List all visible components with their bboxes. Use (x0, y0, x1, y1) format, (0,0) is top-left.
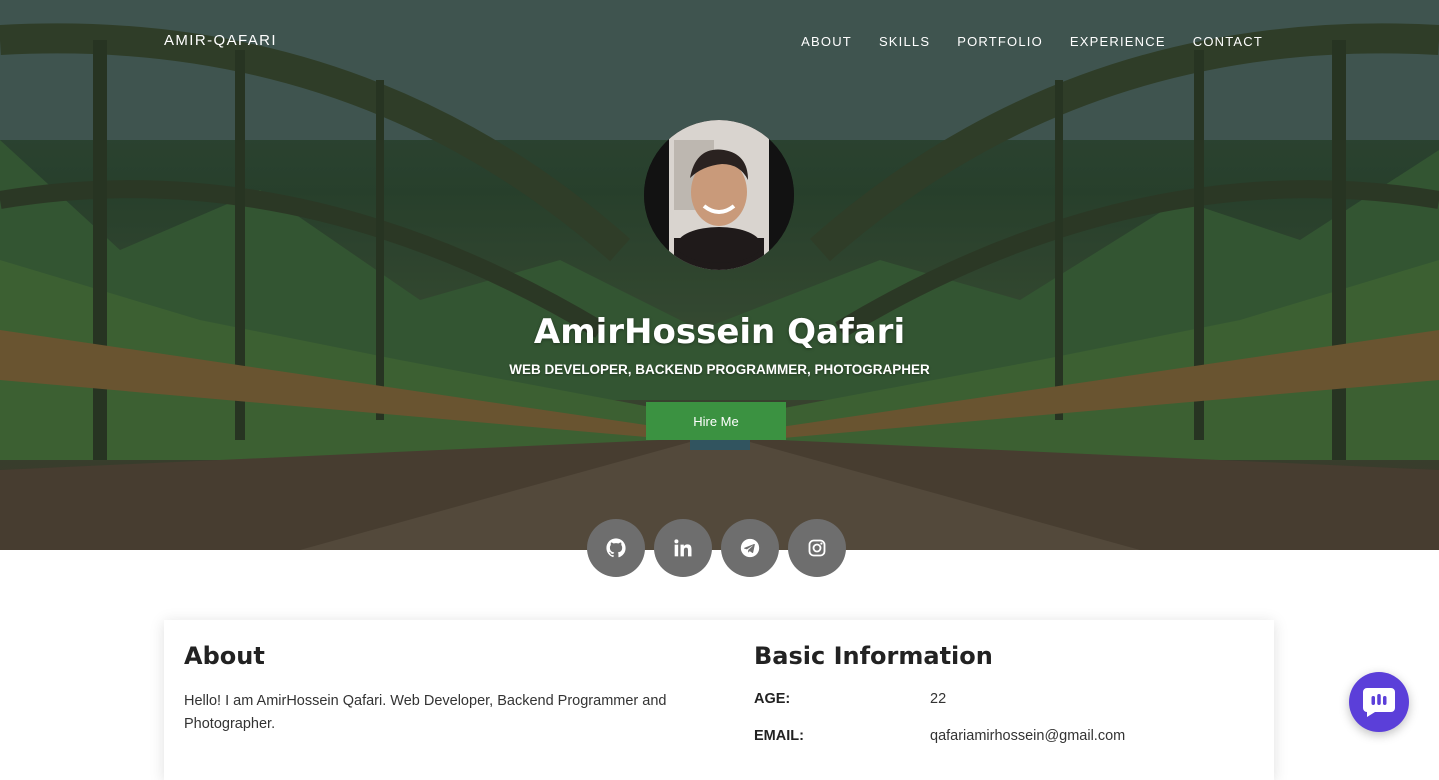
hero-section: AMIR-QAFARI ABOUT SKILLS PORTFOLIO EXPER… (0, 0, 1439, 550)
chat-widget-button[interactable] (1349, 672, 1409, 732)
telegram-icon (740, 538, 760, 558)
info-label-email: EMAIL: (754, 728, 804, 744)
linkedin-icon (674, 539, 692, 557)
linkedin-link[interactable] (654, 519, 712, 577)
nav-item-about[interactable]: ABOUT (801, 34, 852, 49)
social-links (587, 519, 846, 577)
basic-info-heading: Basic Information (754, 642, 993, 670)
nav-item-skills[interactable]: SKILLS (879, 34, 930, 49)
info-value-email[interactable]: qafariamirhossein@gmail.com (930, 728, 1125, 744)
hero-overlay (0, 0, 1439, 550)
info-label-age: AGE: (754, 691, 791, 707)
nav-item-experience[interactable]: EXPERIENCE (1070, 34, 1166, 49)
github-link[interactable] (587, 519, 645, 577)
instagram-icon (808, 539, 826, 557)
telegram-link[interactable] (721, 519, 779, 577)
about-card: About Hello! I am AmirHossein Qafari. We… (164, 620, 1274, 780)
nav-item-contact[interactable]: CONTACT (1193, 34, 1263, 49)
chat-icon (1363, 688, 1395, 717)
brand-logo[interactable]: AMIR-QAFARI (164, 32, 277, 49)
profile-avatar (644, 120, 794, 270)
about-heading: About (184, 642, 265, 670)
main-nav: ABOUT SKILLS PORTFOLIO EXPERIENCE CONTAC… (801, 34, 1263, 49)
instagram-link[interactable] (788, 519, 846, 577)
hero-name: AmirHossein Qafari (533, 312, 906, 352)
info-value-age: 22 (930, 691, 947, 707)
github-icon (606, 538, 626, 558)
hire-me-button[interactable]: Hire Me (646, 402, 786, 440)
hero-subtitle: WEB DEVELOPER, BACKEND PROGRAMMER, PHOTO… (509, 362, 930, 377)
nav-item-portfolio[interactable]: PORTFOLIO (957, 34, 1043, 49)
about-text: Hello! I am AmirHossein Qafari. Web Deve… (184, 693, 667, 732)
